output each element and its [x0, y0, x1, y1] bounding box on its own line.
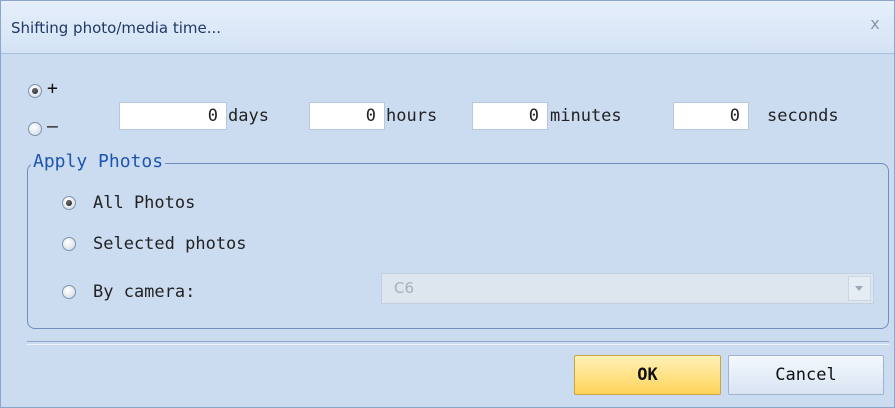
seconds-input[interactable]: 0: [673, 102, 749, 130]
selected-photos-label[interactable]: Selected photos: [93, 234, 247, 254]
selected-photos-radio[interactable]: [62, 237, 76, 251]
dialog-title: Shifting photo/media time...: [11, 19, 222, 37]
days-label: days: [228, 106, 269, 126]
plus-radio[interactable]: [28, 84, 42, 98]
hours-input[interactable]: 0: [309, 102, 385, 130]
all-photos-radio[interactable]: [62, 196, 76, 210]
hours-label: hours: [386, 106, 438, 126]
camera-select-value: C6: [394, 279, 415, 297]
minutes-input[interactable]: 0: [472, 102, 548, 130]
apply-photos-title: Apply Photos: [31, 151, 166, 172]
minutes-label: minutes: [550, 106, 622, 126]
all-photos-label[interactable]: All Photos: [93, 193, 195, 213]
by-camera-radio[interactable]: [62, 285, 76, 299]
camera-select[interactable]: C6: [381, 273, 874, 304]
close-icon[interactable]: x: [864, 13, 886, 35]
camera-dropdown-button[interactable]: [848, 276, 871, 301]
minus-radio[interactable]: [28, 122, 42, 136]
cancel-button[interactable]: Cancel: [728, 355, 884, 395]
shift-time-dialog: Shifting photo/media time... x + – 0 day…: [0, 0, 895, 408]
days-input[interactable]: 0: [119, 102, 227, 130]
plus-label: +: [47, 78, 58, 99]
chevron-down-icon: [855, 286, 863, 291]
minus-label: –: [47, 116, 58, 137]
seconds-label: seconds: [767, 106, 839, 126]
separator: [27, 341, 889, 345]
by-camera-label[interactable]: By camera:: [93, 282, 195, 302]
ok-button[interactable]: OK: [574, 355, 721, 395]
title-bar: Shifting photo/media time... x: [1, 1, 894, 54]
